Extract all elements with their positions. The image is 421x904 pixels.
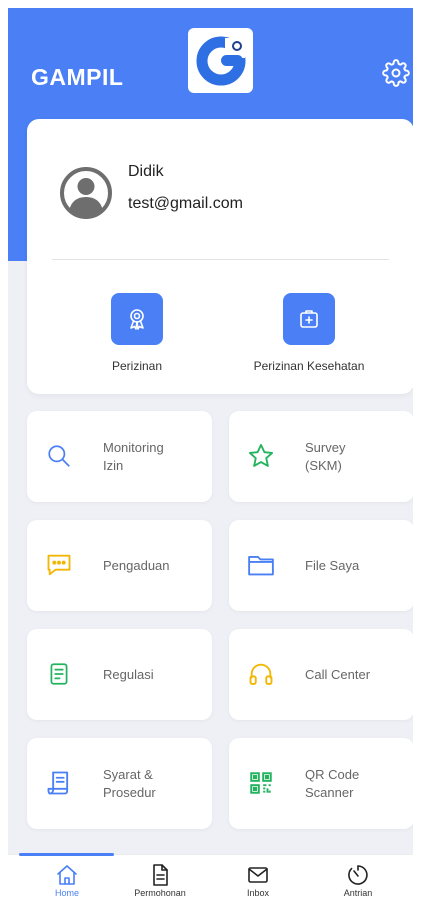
perizinan-button[interactable]: Perizinan bbox=[47, 293, 227, 373]
monitoring-izin-label: Monitoring Izin bbox=[103, 439, 164, 473]
divider bbox=[52, 259, 389, 260]
user-name: Didik bbox=[128, 163, 164, 180]
perizinan-kesehatan-icon-box bbox=[283, 293, 335, 345]
medical-kit-icon bbox=[300, 310, 318, 328]
app-screen: GAMPIL Didik test@gmail.com Perizinan Pe… bbox=[8, 8, 413, 904]
nav-home[interactable]: Home bbox=[17, 863, 117, 898]
settings-button[interactable] bbox=[382, 59, 410, 87]
syarat-prosedur-tile[interactable]: Syarat & Prosedur bbox=[27, 738, 212, 829]
document-icon bbox=[42, 657, 76, 691]
perizinan-kesehatan-label: Perizinan Kesehatan bbox=[253, 359, 365, 373]
qr-code-icon bbox=[244, 766, 278, 800]
app-title: GAMPIL bbox=[31, 64, 124, 90]
user-avatar-icon bbox=[60, 167, 112, 219]
pengaduan-label: Pengaduan bbox=[103, 557, 170, 573]
qr-code-scanner-tile[interactable]: QR Code Scanner bbox=[229, 738, 413, 829]
monitoring-izin-tile[interactable]: Monitoring Izin bbox=[27, 411, 212, 502]
nav-permohonan[interactable]: Permohonan bbox=[110, 863, 210, 898]
perizinan-label: Perizinan bbox=[111, 359, 163, 373]
pengaduan-tile[interactable]: Pengaduan bbox=[27, 520, 212, 611]
call-center-label: Call Center bbox=[305, 666, 371, 682]
award-ribbon-icon bbox=[130, 309, 144, 330]
search-icon bbox=[42, 439, 76, 473]
star-icon bbox=[244, 439, 278, 473]
file-saya-tile[interactable]: File Saya bbox=[229, 520, 413, 611]
mail-icon bbox=[248, 867, 268, 883]
file-icon bbox=[153, 864, 168, 886]
chat-bubble-icon bbox=[42, 548, 76, 582]
survey-skm-tile[interactable]: Survey (SKM) bbox=[229, 411, 413, 502]
headphones-icon bbox=[244, 657, 278, 691]
avatar[interactable] bbox=[59, 166, 113, 220]
nav-inbox-label: Inbox bbox=[246, 888, 270, 898]
gear-icon bbox=[382, 59, 410, 87]
nav-home-label: Home bbox=[54, 888, 79, 898]
syarat-prosedur-label: Syarat & Prosedur bbox=[103, 766, 156, 800]
regulasi-tile[interactable]: Regulasi bbox=[27, 629, 212, 720]
bottom-navigation: Home Permohonan Inbox Antrian bbox=[8, 853, 413, 904]
nav-inbox[interactable]: Inbox bbox=[208, 863, 308, 898]
qr-code-scanner-label: QR Code Scanner bbox=[305, 766, 360, 800]
folder-icon bbox=[244, 548, 278, 582]
profile-card: Didik test@gmail.com Perizinan Perizinan… bbox=[27, 119, 413, 394]
active-tab-indicator bbox=[19, 853, 114, 856]
user-email: test@gmail.com bbox=[128, 195, 243, 212]
gampil-logo-icon bbox=[196, 36, 245, 85]
nav-antrian-label: Antrian bbox=[343, 888, 373, 898]
perizinan-kesehatan-button[interactable]: Perizinan Kesehatan bbox=[219, 293, 399, 373]
home-icon bbox=[57, 865, 77, 885]
perizinan-icon-box bbox=[111, 293, 163, 345]
file-saya-label: File Saya bbox=[305, 557, 360, 573]
timer-icon bbox=[348, 865, 368, 885]
call-center-tile[interactable]: Call Center bbox=[229, 629, 413, 720]
gampil-logo bbox=[188, 28, 253, 93]
nav-antrian[interactable]: Antrian bbox=[308, 863, 408, 898]
survey-skm-label: Survey (SKM) bbox=[305, 439, 346, 473]
nav-permohonan-label: Permohonan bbox=[134, 888, 186, 898]
regulasi-label: Regulasi bbox=[103, 666, 154, 682]
scroll-document-icon bbox=[42, 766, 76, 800]
